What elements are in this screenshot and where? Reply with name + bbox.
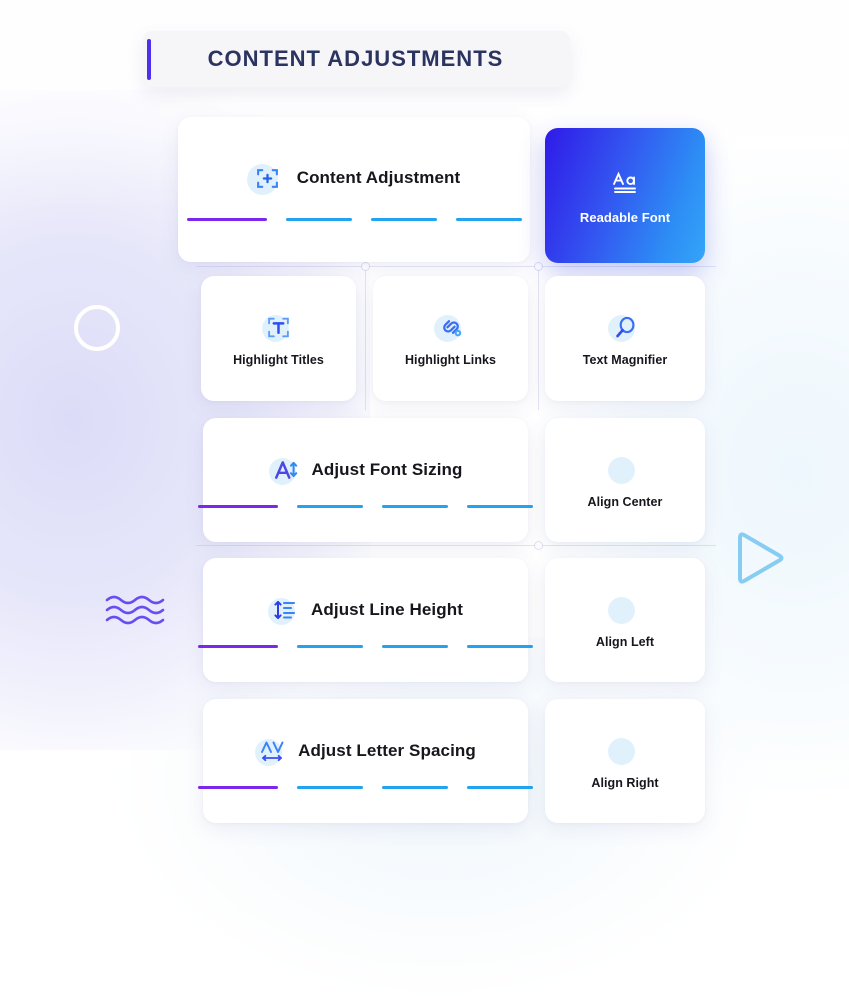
highlight-titles-label: Highlight Titles [233,353,324,367]
progress-bar-active[interactable] [198,785,278,789]
guide-dot [362,263,369,270]
readable-font-label: Readable Font [579,209,671,225]
wavy-lines-decoration [105,595,165,625]
guide-line-horizontal [196,545,716,546]
align-center-icon [608,452,642,486]
progress-bar[interactable] [297,504,363,508]
adjust-letter-spacing-bars[interactable] [198,785,533,789]
guide-line-horizontal [196,266,716,267]
guide-dot [535,542,542,549]
aa-underline-icon [608,167,642,201]
font-size-arrow-icon [268,453,303,487]
align-center-card[interactable]: Align Center [545,418,705,542]
progress-bar[interactable] [467,504,533,508]
focus-frame-plus-icon [246,158,288,198]
content-adjustment-card[interactable]: Content Adjustment [178,117,530,262]
align-left-card[interactable]: Align Left [545,558,705,682]
readable-font-card[interactable]: Readable Font [545,128,705,263]
page-header-pill: CONTENT ADJUSTMENTS [143,31,570,87]
text-magnifier-label: Text Magnifier [582,353,668,367]
align-right-label: Align Right [591,775,659,790]
progress-bar[interactable] [467,785,533,789]
progress-bar-active[interactable] [186,218,267,221]
highlight-links-card[interactable]: Highlight Links [373,276,528,401]
content-adjustment-label: Content Adjustment [296,168,461,187]
align-right-icon [608,733,642,767]
adjust-letter-spacing-card[interactable]: Adjust Letter Spacing [198,699,533,823]
progress-bar[interactable] [467,644,533,648]
guide-line-vertical [538,262,539,410]
align-left-label: Align Left [595,634,655,649]
progress-bar[interactable] [297,644,363,648]
align-right-card[interactable]: Align Right [545,699,705,823]
chain-link-icon [433,310,468,344]
adjust-font-sizing-card[interactable]: Adjust Font Sizing [198,418,533,542]
circle-outline-decoration [74,305,120,351]
progress-bar[interactable] [382,785,448,789]
play-triangle-decoration [738,532,784,584]
progress-bar[interactable] [455,218,522,221]
highlight-links-label: Highlight Links [404,353,497,367]
progress-bar-active[interactable] [198,644,278,648]
magnifier-icon [608,310,642,344]
adjust-line-height-bars[interactable] [198,644,533,648]
progress-bar[interactable] [285,218,352,221]
guide-line-vertical [365,262,366,410]
adjust-letter-spacing-label: Adjust Letter Spacing [298,740,476,760]
guide-dot [535,263,542,270]
text-magnifier-card[interactable]: Text Magnifier [545,276,705,401]
adjust-line-height-label: Adjust Line Height [311,599,463,619]
adjust-font-sizing-label: Adjust Font Sizing [311,459,463,479]
progress-bar-active[interactable] [198,504,278,508]
text-frame-t-icon [261,310,296,344]
progress-bar[interactable] [370,218,437,221]
align-center-label: Align Center [587,494,663,509]
line-height-arrow-icon [268,593,302,627]
adjust-line-height-card[interactable]: Adjust Line Height [198,558,533,682]
progress-bar[interactable] [382,504,448,508]
page-title: CONTENT ADJUSTMENTS [207,46,504,71]
progress-bar[interactable] [382,644,448,648]
content-adjustment-bars[interactable] [186,218,522,221]
progress-bar[interactable] [297,785,363,789]
adjust-font-sizing-bars[interactable] [198,504,533,508]
align-left-icon [608,592,642,626]
letter-spacing-arrow-icon [255,734,289,768]
highlight-titles-card[interactable]: Highlight Titles [201,276,356,401]
